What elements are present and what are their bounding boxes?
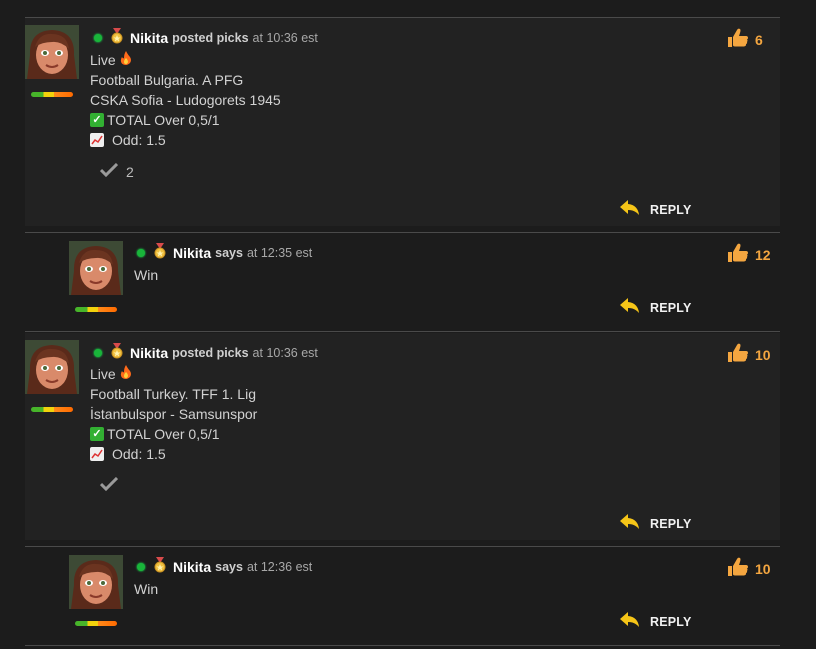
username[interactable]: Nikita	[173, 559, 211, 575]
comment-header: Nikita posted picks at 10:36 est	[94, 343, 318, 362]
checkmark-vote-icon	[99, 162, 119, 180]
comment-card: Nikita posted picks at 10:36 est 6 Live …	[25, 18, 780, 226]
comment-header: Nikita posted picks at 10:36 est	[94, 28, 318, 47]
match-line: CSKA Sofia - Ludogorets 1945	[90, 92, 281, 108]
username[interactable]: Nikita	[173, 245, 211, 261]
odd-line: Odd: 1.5	[112, 132, 166, 148]
post-verb: posted picks	[172, 345, 249, 360]
fire-icon	[120, 50, 132, 70]
checkmark-vote-icon	[99, 476, 119, 494]
match-line: İstanbulspor - Samsunspor	[90, 406, 258, 422]
online-dot	[94, 348, 102, 357]
timestamp: at 10:36 est	[252, 30, 318, 45]
reply-text: Win	[134, 267, 159, 283]
avatar[interactable]	[69, 555, 123, 609]
live-label: Live	[90, 52, 116, 68]
like-count: 6	[755, 31, 763, 48]
thumbs-up-icon	[727, 557, 749, 580]
avatar[interactable]	[69, 241, 123, 295]
rank-bar	[75, 621, 117, 626]
timestamp: at 12:36 est	[246, 559, 313, 574]
comment-body: Win	[134, 579, 158, 599]
reply-label: REPLY	[650, 516, 692, 531]
username[interactable]: Nikita	[130, 30, 168, 46]
medal-icon	[153, 557, 167, 576]
reply-label: REPLY	[650, 202, 692, 217]
reply-arrow-icon	[620, 200, 640, 219]
online-dot	[137, 248, 145, 257]
reply-arrow-icon	[620, 298, 640, 317]
timestamp: at 10:36 est	[252, 345, 318, 360]
vote-count: 2	[126, 163, 134, 180]
chart-icon	[90, 133, 104, 147]
reply-label: REPLY	[650, 614, 692, 629]
like-button[interactable]: 12	[727, 243, 771, 266]
comment-header: Nikita says at 12:36 est	[137, 557, 312, 576]
league-line: Football Turkey. TFF 1. Lig	[90, 386, 256, 402]
comment-header: Nikita says at 12:35 est	[137, 243, 312, 262]
reply-button[interactable]: REPLY	[620, 200, 692, 219]
reply-button[interactable]: REPLY	[620, 298, 692, 317]
divider	[25, 331, 780, 332]
rank-bar	[31, 92, 73, 97]
like-count: 12	[755, 246, 771, 263]
online-dot	[137, 562, 145, 571]
comment-body: Live Football Bulgaria. A PFG CSKA Sofia…	[90, 50, 281, 150]
reply-button[interactable]: REPLY	[620, 612, 692, 631]
thumbs-up-icon	[727, 243, 749, 266]
online-dot	[94, 33, 102, 42]
check-mark-icon: ✓	[90, 113, 104, 127]
reply-card: Nikita says at 12:35 est 12 Win REPLY	[68, 233, 780, 330]
check-mark-icon: ✓	[90, 427, 104, 441]
vote-button[interactable]: 2	[99, 162, 134, 180]
comment-body: Live Football Turkey. TFF 1. Lig İstanbu…	[90, 364, 257, 464]
medal-icon	[110, 28, 124, 47]
post-verb: says	[215, 245, 243, 260]
vote-button[interactable]	[99, 476, 126, 494]
league-line: Football Bulgaria. A PFG	[90, 72, 244, 88]
username[interactable]: Nikita	[130, 345, 168, 361]
chart-icon	[90, 447, 104, 461]
odd-line: Odd: 1.5	[112, 446, 166, 462]
reply-arrow-icon	[620, 514, 640, 533]
like-count: 10	[755, 560, 771, 577]
like-button[interactable]: 10	[727, 343, 771, 366]
live-label: Live	[90, 366, 116, 382]
thumbs-up-icon	[727, 28, 749, 51]
fire-icon	[120, 364, 132, 384]
rank-bar	[75, 307, 117, 312]
thumbs-up-icon	[727, 343, 749, 366]
medal-icon	[153, 243, 167, 262]
divider	[25, 645, 780, 646]
comment-card: Nikita posted picks at 10:36 est 10 Live…	[25, 333, 780, 540]
rank-bar	[31, 407, 73, 412]
like-button[interactable]: 10	[727, 557, 771, 580]
like-button[interactable]: 6	[727, 28, 763, 51]
reply-arrow-icon	[620, 612, 640, 631]
like-count: 10	[755, 346, 771, 363]
medal-icon	[110, 343, 124, 362]
reply-text: Win	[134, 581, 159, 597]
avatar[interactable]	[25, 340, 79, 394]
avatar[interactable]	[25, 25, 79, 79]
timestamp: at 12:35 est	[246, 245, 313, 260]
reply-label: REPLY	[650, 300, 692, 315]
reply-button[interactable]: REPLY	[620, 514, 692, 533]
post-verb: says	[215, 559, 243, 574]
reply-card: Nikita says at 12:36 est 10 Win REPLY	[68, 547, 780, 644]
total-line: TOTAL Over 0,5/1	[107, 112, 220, 128]
comment-body: Win	[134, 265, 158, 285]
post-verb: posted picks	[172, 30, 249, 45]
total-line: TOTAL Over 0,5/1	[107, 426, 220, 442]
